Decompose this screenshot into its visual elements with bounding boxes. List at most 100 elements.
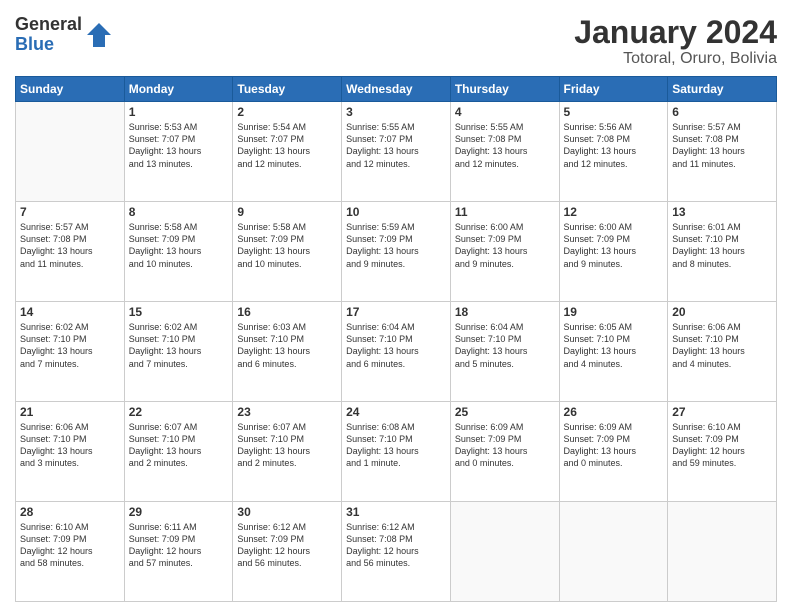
cell-content: Sunrise: 6:02 AMSunset: 7:10 PMDaylight:…: [129, 321, 229, 370]
day-number: 9: [237, 205, 337, 219]
day-number: 7: [20, 205, 120, 219]
calendar-cell: 11Sunrise: 6:00 AMSunset: 7:09 PMDayligh…: [450, 202, 559, 302]
cell-content: Sunrise: 5:55 AMSunset: 7:08 PMDaylight:…: [455, 121, 555, 170]
day-number: 29: [129, 505, 229, 519]
day-number: 10: [346, 205, 446, 219]
cell-content: Sunrise: 5:56 AMSunset: 7:08 PMDaylight:…: [564, 121, 664, 170]
week-row-2: 14 Sunrise: 6:02 AMSunset: 7:10 PMDayligh…: [16, 302, 777, 402]
calendar-cell: 5 Sunrise: 5:56 AMSunset: 7:08 PMDaylight…: [559, 102, 668, 202]
day-number: 6: [672, 105, 772, 119]
header: General Blue January 2024 Totoral, Oruro…: [15, 15, 777, 68]
month-year: January 2024: [574, 15, 777, 50]
calendar-cell: 18Sunrise: 6:04 AMSunset: 7:10 PMDayligh…: [450, 302, 559, 402]
day-number: 17: [346, 305, 446, 319]
day-number: 21: [20, 405, 120, 419]
calendar-cell: [16, 102, 125, 202]
calendar-cell: 4 Sunrise: 5:55 AMSunset: 7:08 PMDaylight…: [450, 102, 559, 202]
logo-blue: Blue: [15, 35, 82, 55]
cell-content: Sunrise: 6:09 AMSunset: 7:09 PMDaylight:…: [455, 421, 555, 470]
title-block: January 2024 Totoral, Oruro, Bolivia: [574, 15, 777, 68]
week-row-1: 7 Sunrise: 5:57 AMSunset: 7:08 PMDaylight…: [16, 202, 777, 302]
calendar-cell: 29 Sunrise: 6:11 AMSunset: 7:09 PMDayligh…: [124, 502, 233, 602]
day-number: 24: [346, 405, 446, 419]
cell-content: Sunrise: 6:06 AMSunset: 7:10 PMDaylight:…: [20, 421, 120, 470]
day-number: 11: [455, 205, 555, 219]
day-number: 4: [455, 105, 555, 119]
cell-content: Sunrise: 6:10 AMSunset: 7:09 PMDaylight:…: [20, 521, 120, 570]
col-friday: Friday: [559, 77, 668, 102]
col-sunday: Sunday: [16, 77, 125, 102]
cell-content: Sunrise: 6:00 AMSunset: 7:09 PMDaylight:…: [564, 221, 664, 270]
calendar-cell: 7 Sunrise: 5:57 AMSunset: 7:08 PMDaylight…: [16, 202, 125, 302]
cell-content: Sunrise: 5:58 AMSunset: 7:09 PMDaylight:…: [129, 221, 229, 270]
calendar-cell: 10 Sunrise: 5:59 AMSunset: 7:09 PMDayligh…: [342, 202, 451, 302]
cell-content: Sunrise: 5:53 AMSunset: 7:07 PMDaylight:…: [129, 121, 229, 170]
day-number: 5: [564, 105, 664, 119]
calendar-cell: 23Sunrise: 6:07 AMSunset: 7:10 PMDayligh…: [233, 402, 342, 502]
calendar-cell: 12 Sunrise: 6:00 AMSunset: 7:09 PMDayligh…: [559, 202, 668, 302]
calendar-header: Sunday Monday Tuesday Wednesday Thursday…: [16, 77, 777, 102]
col-monday: Monday: [124, 77, 233, 102]
logo-text: General Blue: [15, 15, 82, 55]
days-row: Sunday Monday Tuesday Wednesday Thursday…: [16, 77, 777, 102]
cell-content: Sunrise: 6:10 AMSunset: 7:09 PMDaylight:…: [672, 421, 772, 470]
calendar-cell: [450, 502, 559, 602]
calendar-cell: 13 Sunrise: 6:01 AMSunset: 7:10 PMDayligh…: [668, 202, 777, 302]
cell-content: Sunrise: 6:12 AMSunset: 7:09 PMDaylight:…: [237, 521, 337, 570]
calendar-cell: 20 Sunrise: 6:06 AMSunset: 7:10 PMDayligh…: [668, 302, 777, 402]
day-number: 27: [672, 405, 772, 419]
day-number: 16: [237, 305, 337, 319]
calendar-cell: [559, 502, 668, 602]
cell-content: Sunrise: 5:54 AMSunset: 7:07 PMDaylight:…: [237, 121, 337, 170]
day-number: 19: [564, 305, 664, 319]
cell-content: Sunrise: 6:12 AMSunset: 7:08 PMDaylight:…: [346, 521, 446, 570]
page: General Blue January 2024 Totoral, Oruro…: [0, 0, 792, 612]
logo: General Blue: [15, 15, 113, 55]
calendar-cell: 31 Sunrise: 6:12 AMSunset: 7:08 PMDayligh…: [342, 502, 451, 602]
cell-content: Sunrise: 6:08 AMSunset: 7:10 PMDaylight:…: [346, 421, 446, 470]
col-tuesday: Tuesday: [233, 77, 342, 102]
cell-content: Sunrise: 6:01 AMSunset: 7:10 PMDaylight:…: [672, 221, 772, 270]
calendar-cell: 21 Sunrise: 6:06 AMSunset: 7:10 PMDayligh…: [16, 402, 125, 502]
calendar-body: 1 Sunrise: 5:53 AMSunset: 7:07 PMDaylight…: [16, 102, 777, 602]
location: Totoral, Oruro, Bolivia: [574, 50, 777, 68]
calendar-cell: 2Sunrise: 5:54 AMSunset: 7:07 PMDaylight…: [233, 102, 342, 202]
calendar-cell: 6 Sunrise: 5:57 AMSunset: 7:08 PMDaylight…: [668, 102, 777, 202]
day-number: 8: [129, 205, 229, 219]
day-number: 13: [672, 205, 772, 219]
day-number: 15: [129, 305, 229, 319]
calendar-cell: 16Sunrise: 6:03 AMSunset: 7:10 PMDayligh…: [233, 302, 342, 402]
cell-content: Sunrise: 5:57 AMSunset: 7:08 PMDaylight:…: [672, 121, 772, 170]
calendar-cell: 1 Sunrise: 5:53 AMSunset: 7:07 PMDaylight…: [124, 102, 233, 202]
calendar-cell: 26Sunrise: 6:09 AMSunset: 7:09 PMDayligh…: [559, 402, 668, 502]
calendar-cell: 19Sunrise: 6:05 AMSunset: 7:10 PMDayligh…: [559, 302, 668, 402]
cell-content: Sunrise: 6:02 AMSunset: 7:10 PMDaylight:…: [20, 321, 120, 370]
calendar-cell: 15 Sunrise: 6:02 AMSunset: 7:10 PMDayligh…: [124, 302, 233, 402]
calendar-cell: 14 Sunrise: 6:02 AMSunset: 7:10 PMDayligh…: [16, 302, 125, 402]
day-number: 20: [672, 305, 772, 319]
cell-content: Sunrise: 5:59 AMSunset: 7:09 PMDaylight:…: [346, 221, 446, 270]
day-number: 25: [455, 405, 555, 419]
calendar-cell: 9 Sunrise: 5:58 AMSunset: 7:09 PMDaylight…: [233, 202, 342, 302]
day-number: 12: [564, 205, 664, 219]
calendar-cell: 22Sunrise: 6:07 AMSunset: 7:10 PMDayligh…: [124, 402, 233, 502]
calendar-cell: 30 Sunrise: 6:12 AMSunset: 7:09 PMDayligh…: [233, 502, 342, 602]
day-number: 3: [346, 105, 446, 119]
col-wednesday: Wednesday: [342, 77, 451, 102]
week-row-0: 1 Sunrise: 5:53 AMSunset: 7:07 PMDaylight…: [16, 102, 777, 202]
logo-icon: [85, 21, 113, 49]
logo-general: General: [15, 15, 82, 35]
cell-content: Sunrise: 6:11 AMSunset: 7:09 PMDaylight:…: [129, 521, 229, 570]
day-number: 26: [564, 405, 664, 419]
cell-content: Sunrise: 6:06 AMSunset: 7:10 PMDaylight:…: [672, 321, 772, 370]
day-number: 31: [346, 505, 446, 519]
cell-content: Sunrise: 6:07 AMSunset: 7:10 PMDaylight:…: [129, 421, 229, 470]
day-number: 1: [129, 105, 229, 119]
cell-content: Sunrise: 5:58 AMSunset: 7:09 PMDaylight:…: [237, 221, 337, 270]
calendar-cell: 28Sunrise: 6:10 AMSunset: 7:09 PMDayligh…: [16, 502, 125, 602]
cell-content: Sunrise: 5:55 AMSunset: 7:07 PMDaylight:…: [346, 121, 446, 170]
cell-content: Sunrise: 6:04 AMSunset: 7:10 PMDaylight:…: [455, 321, 555, 370]
day-number: 14: [20, 305, 120, 319]
cell-content: Sunrise: 5:57 AMSunset: 7:08 PMDaylight:…: [20, 221, 120, 270]
day-number: 30: [237, 505, 337, 519]
